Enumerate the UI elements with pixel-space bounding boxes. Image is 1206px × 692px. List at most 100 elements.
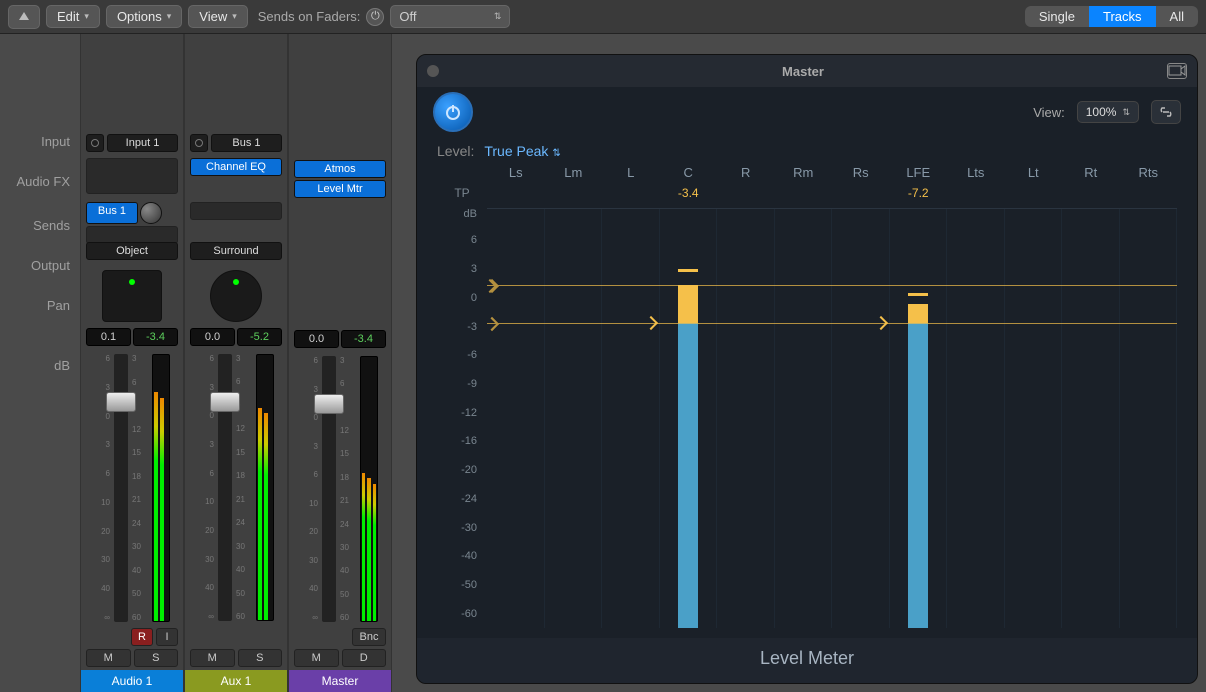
- window-close-icon[interactable]: [427, 65, 439, 77]
- input-slot[interactable]: Bus 1: [211, 134, 282, 152]
- db-peak[interactable]: -3.4: [341, 330, 386, 348]
- db-value[interactable]: 0.0: [294, 330, 339, 348]
- send-slot[interactable]: Bus 1: [86, 202, 138, 224]
- input-active-icon[interactable]: [86, 134, 104, 152]
- tp-value: [832, 186, 890, 200]
- channel-label: Rt: [1062, 165, 1120, 180]
- chevron-down-icon: ▾: [84, 11, 89, 22]
- y-tick: 3: [437, 255, 477, 284]
- mute-button[interactable]: M: [86, 649, 131, 667]
- solo-button[interactable]: S: [134, 649, 179, 667]
- channel-meter: [256, 354, 274, 621]
- input-active-icon[interactable]: [190, 134, 208, 152]
- channel-meter: [360, 356, 378, 622]
- sends-selector[interactable]: Off⇅: [390, 5, 510, 28]
- output-slot[interactable]: Surround: [190, 242, 282, 260]
- mute-button[interactable]: M: [294, 649, 339, 667]
- db-axis-label: dB: [437, 208, 477, 220]
- meter-column: [487, 209, 545, 628]
- plugin-header[interactable]: Master: [417, 55, 1197, 87]
- fader-cap[interactable]: [314, 394, 344, 414]
- view-label: View:: [1033, 105, 1065, 120]
- output-slot[interactable]: Object: [86, 242, 178, 260]
- db-peak[interactable]: -5.2: [237, 328, 282, 346]
- channel-label: Lts: [947, 165, 1005, 180]
- plugin-power-button[interactable]: [433, 92, 473, 132]
- mode-tracks[interactable]: Tracks: [1089, 6, 1156, 27]
- zoom-selector[interactable]: 100%⇅: [1077, 101, 1139, 123]
- track-name[interactable]: Audio 1: [81, 670, 183, 692]
- y-tick: -3: [437, 312, 477, 341]
- view-menu[interactable]: View▾: [188, 5, 247, 28]
- chevron-down-icon: ▾: [232, 11, 237, 22]
- fader[interactable]: [114, 354, 128, 622]
- db-value[interactable]: 0.1: [86, 328, 131, 346]
- track-name[interactable]: Master: [289, 670, 391, 692]
- meter-column: [602, 209, 660, 628]
- send-empty[interactable]: [190, 202, 282, 220]
- y-tick: -60: [437, 599, 477, 628]
- tp-value: -3.4: [660, 186, 718, 200]
- chevron-down-icon: ▾: [167, 11, 172, 22]
- tp-value: [1120, 186, 1178, 200]
- input-monitor-button[interactable]: I: [156, 628, 178, 646]
- audiofx-slot[interactable]: Atmos: [294, 160, 386, 178]
- fader-cap[interactable]: [210, 392, 240, 412]
- mode-single[interactable]: Single: [1025, 6, 1089, 27]
- tp-label: TP: [437, 186, 487, 200]
- y-tick: -40: [437, 542, 477, 571]
- fader[interactable]: [218, 354, 232, 621]
- plugin-window: Master View: 100%⇅ Level: True Peak ⇅ Ls…: [416, 54, 1198, 684]
- label-sends: Sends: [0, 218, 80, 258]
- fader-cap[interactable]: [106, 392, 136, 412]
- mode-all[interactable]: All: [1156, 6, 1198, 27]
- track-name[interactable]: Aux 1: [185, 670, 287, 692]
- edit-menu[interactable]: Edit▾: [46, 5, 100, 28]
- tp-value: -7.2: [890, 186, 948, 200]
- view-mode-group: Single Tracks All: [1025, 6, 1198, 27]
- channel-strip: Input 1Bus 1Object0.1-3.46303610203040∞3…: [80, 34, 184, 692]
- label-pan: Pan: [0, 298, 80, 358]
- solo-button[interactable]: S: [238, 649, 283, 667]
- audiofx-slot[interactable]: Channel EQ: [190, 158, 282, 176]
- link-button[interactable]: [1151, 100, 1181, 124]
- level-mode-selector[interactable]: True Peak ⇅: [484, 143, 560, 159]
- send-knob[interactable]: [140, 202, 162, 224]
- bounce-button[interactable]: Bnc: [352, 628, 386, 646]
- y-tick: 6: [437, 226, 477, 255]
- db-peak[interactable]: -3.4: [133, 328, 178, 346]
- record-enable-button[interactable]: R: [131, 628, 153, 646]
- mute-button[interactable]: M: [190, 649, 235, 667]
- pan-control[interactable]: [210, 270, 262, 322]
- channel-label: R: [717, 165, 775, 180]
- sends-power-button[interactable]: ⏻: [366, 8, 384, 26]
- meter-column: [717, 209, 775, 628]
- y-tick: -50: [437, 571, 477, 600]
- solo-button[interactable]: D: [342, 649, 387, 667]
- pan-control[interactable]: [102, 270, 162, 322]
- channel-label: LFE: [890, 165, 948, 180]
- tp-value: [545, 186, 603, 200]
- audiofx-empty[interactable]: [86, 158, 178, 194]
- tp-value: [947, 186, 1005, 200]
- compare-icon[interactable]: [1167, 63, 1187, 79]
- input-slot[interactable]: Input 1: [107, 134, 178, 152]
- db-value[interactable]: 0.0: [190, 328, 235, 346]
- fader[interactable]: [322, 356, 336, 622]
- plugin-title: Master: [449, 64, 1157, 79]
- label-input: Input: [0, 134, 80, 174]
- sends-on-faders-label: Sends on Faders:: [258, 9, 361, 24]
- meter-area: LsLmLCRRmRsLFELtsLtRtRts TP-3.4-7.2 dB63…: [417, 165, 1197, 638]
- tp-value: [775, 186, 833, 200]
- tp-value: [1005, 186, 1063, 200]
- level-mode-row: Level: True Peak ⇅: [417, 137, 1197, 165]
- collapse-button[interactable]: [8, 5, 40, 29]
- options-menu[interactable]: Options▾: [106, 5, 182, 28]
- channel-meter: [152, 354, 170, 622]
- channel-strip: Bus 1Channel EQSurround0.0-5.26303610203…: [184, 34, 288, 692]
- audiofx-slot[interactable]: Level Mtr: [294, 180, 386, 198]
- channel-strip: AtmosLevel Mtr0.0-3.46303610203040∞36912…: [288, 34, 392, 692]
- main: Input Audio FX Sends Output Pan dB Input…: [0, 34, 1206, 692]
- meter-column: [660, 209, 718, 628]
- meter-column: [890, 209, 948, 628]
